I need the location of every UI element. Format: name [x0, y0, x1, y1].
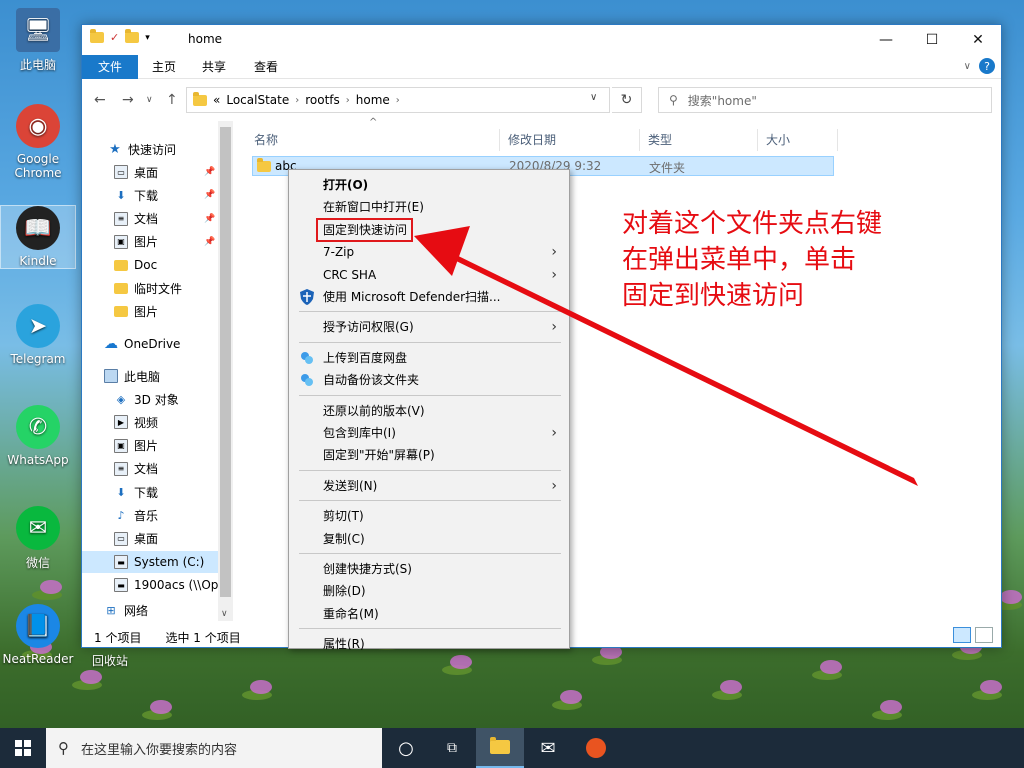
- annotation-line-3: 固定到快速访问: [622, 281, 805, 311]
- annotation-text: 对着这个文件夹点右键 在弹出菜单中，单击 固定到快速访问: [622, 206, 942, 314]
- start-button[interactable]: [0, 728, 46, 768]
- ubuntu-icon[interactable]: [572, 728, 620, 768]
- windows-logo-icon: [15, 740, 31, 756]
- annotation-line-2: 在弹出菜单中，单击: [622, 245, 857, 275]
- mail-icon[interactable]: ✉: [524, 728, 572, 768]
- file-explorer-icon[interactable]: [476, 728, 524, 768]
- cortana-icon[interactable]: ○: [382, 728, 430, 768]
- task-view-icon[interactable]: ⧉: [428, 728, 476, 768]
- taskbar-search-input[interactable]: 在这里输入你要搜索的内容: [81, 739, 237, 758]
- taskbar: ⚲ 在这里输入你要搜索的内容 ○ ⧉ ✉: [0, 728, 1024, 768]
- search-icon: ⚲: [58, 739, 69, 757]
- taskbar-search-box[interactable]: ⚲ 在这里输入你要搜索的内容: [46, 728, 382, 768]
- annotation-arrow: [414, 226, 918, 486]
- annotation-line-1: 对着这个文件夹点右键: [622, 209, 883, 239]
